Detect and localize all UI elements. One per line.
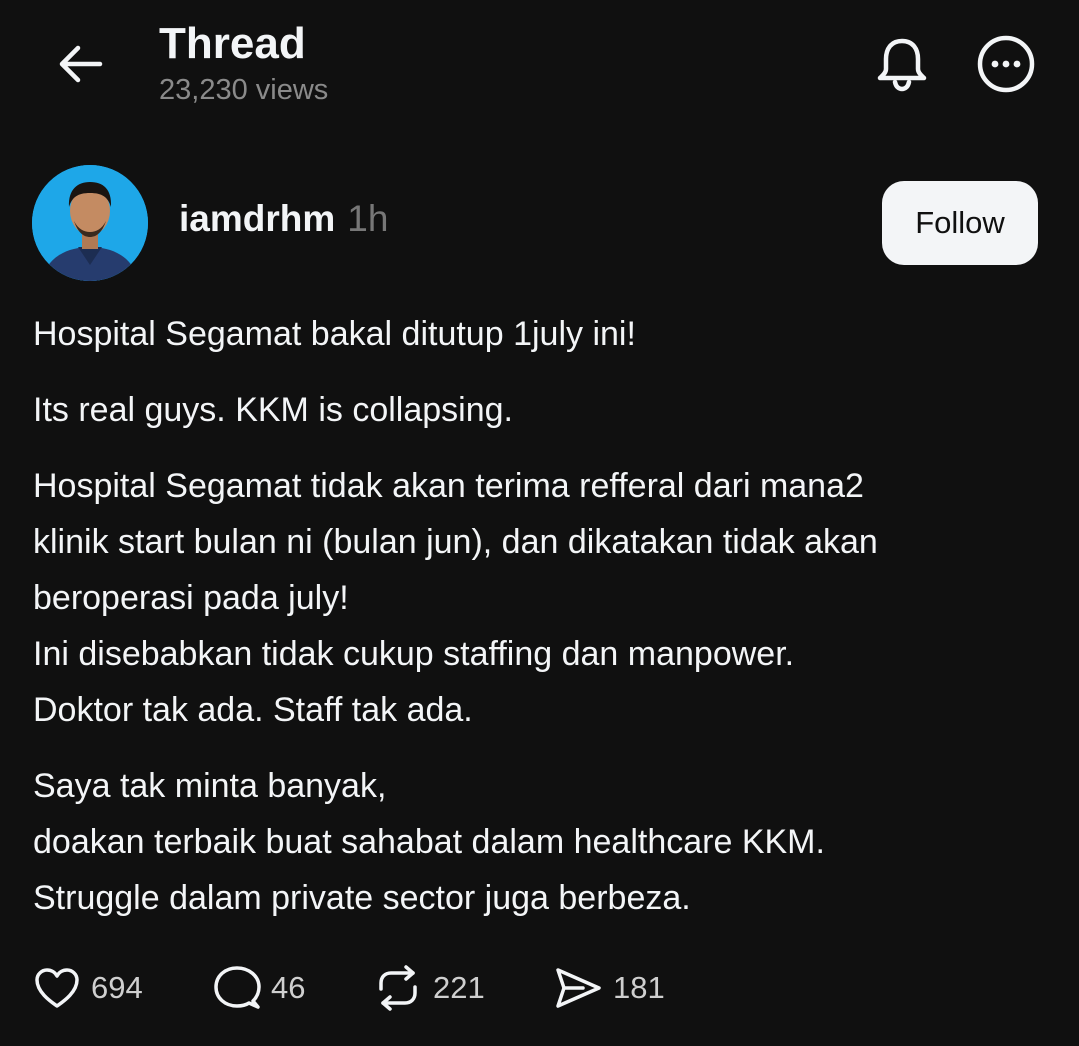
post-paragraph: Its real guys. KKM is collapsing. [33, 382, 1053, 438]
notifications-button[interactable] [872, 34, 932, 94]
post-line: Doktor tak ada. Staff tak ada. [33, 691, 473, 729]
post-line: Hospital Segamat tidak akan terima reffe… [33, 467, 864, 505]
post-paragraph: Hospital Segamat tidak akan terima reffe… [33, 458, 1053, 738]
bell-icon [877, 38, 927, 92]
profile-photo [32, 165, 148, 281]
author-row: iamdrhm 1h [179, 198, 388, 248]
post-paragraph: Saya tak minta banyak, doakan terbaik bu… [33, 758, 1053, 926]
post-line: Struggle dalam private sector juga berbe… [33, 879, 691, 917]
top-bar: Thread 23,230 views [0, 0, 1079, 140]
back-arrow-icon [59, 45, 103, 83]
follow-button[interactable]: Follow [882, 181, 1038, 265]
share-button[interactable]: 181 [553, 958, 713, 1018]
repost-icon [379, 965, 417, 1011]
page-title: Thread [159, 19, 306, 68]
more-options-icon [977, 35, 1035, 93]
heart-icon [35, 968, 79, 1008]
title-block: Thread 23,230 views [159, 18, 328, 108]
repost-count: 221 [433, 970, 485, 1005]
post-paragraph: Hospital Segamat bakal ditutup 1july ini… [33, 306, 1053, 362]
share-icon [556, 968, 601, 1008]
back-button[interactable] [50, 38, 110, 90]
repost-button[interactable]: 221 [373, 958, 553, 1018]
username[interactable]: iamdrhm [179, 198, 335, 240]
post-line: klinik start bulan ni (bulan jun), dan d… [33, 523, 878, 561]
post-line: beroperasi pada july! [33, 579, 349, 617]
reply-count: 46 [271, 970, 306, 1005]
post-line: doakan terbaik buat sahabat dalam health… [33, 823, 825, 861]
more-options-button[interactable] [976, 34, 1036, 94]
share-count: 181 [613, 970, 665, 1005]
post-timestamp: 1h [347, 198, 389, 239]
like-button[interactable]: 694 [33, 958, 213, 1018]
avatar[interactable] [32, 165, 148, 281]
action-bar: 694 46 221 181 [33, 958, 713, 1018]
reply-button[interactable]: 46 [213, 958, 373, 1018]
post-line: Hospital Segamat bakal ditutup 1july ini… [33, 315, 636, 353]
post-line: Saya tak minta banyak, [33, 767, 387, 805]
like-count: 694 [91, 970, 143, 1005]
post-text: Hospital Segamat bakal ditutup 1july ini… [33, 306, 1053, 946]
post-line: Ini disebabkan tidak cukup staffing dan … [33, 635, 795, 673]
comment-icon [214, 966, 261, 1009]
view-count: 23,230 views [159, 74, 329, 106]
post-line: Its real guys. KKM is collapsing. [33, 391, 513, 429]
